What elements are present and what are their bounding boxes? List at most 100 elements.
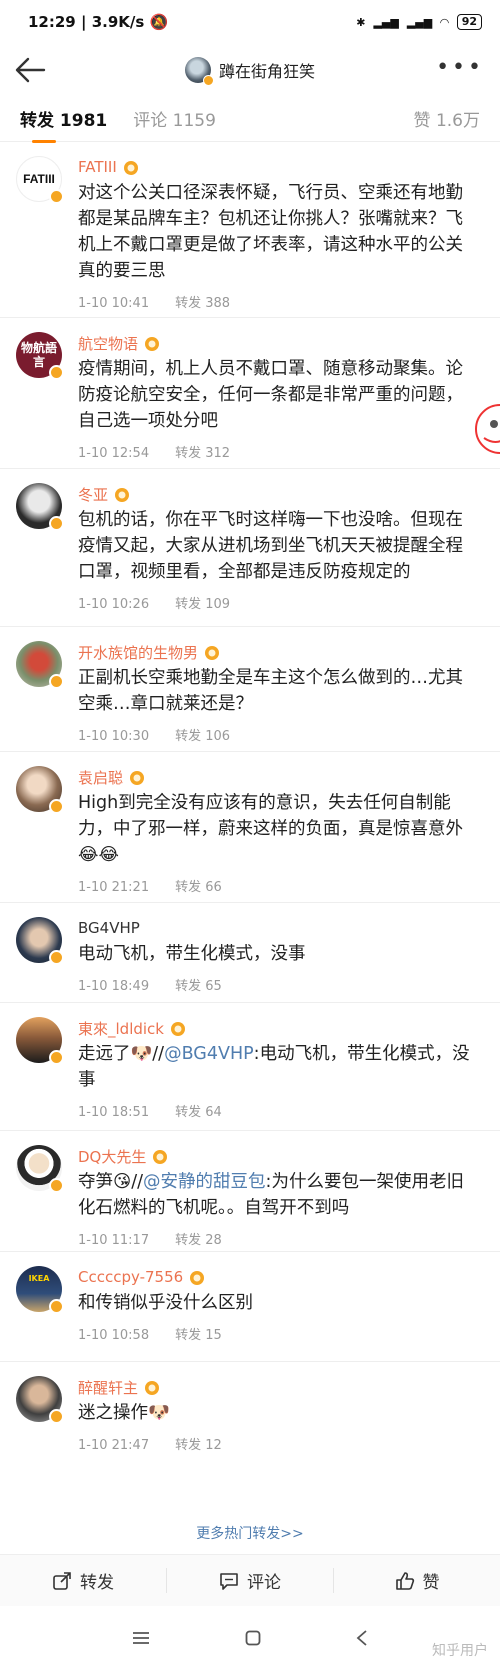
list-item[interactable]: DQ大先生 夺笋😘//@安静的甜豆包:为什么要包一架使用老旧化石燃料的飞机呢。。… [0,1131,500,1252]
repost-text-part: 走远了🐶// [78,1044,165,1064]
username[interactable]: FATIII [78,158,117,176]
list-item[interactable]: 物航語言 航空物语 疫情期间，机上人员不戴口罩、随意移动聚集。论防疫论航空安全，… [0,318,500,469]
username[interactable]: 开水族馆的生物男 [78,642,198,663]
repost-text: 包机的话，你在平飞时这样嗨一下也没啥。但现在疫情又起，大家从进机场到坐飞机天天被… [78,510,463,582]
username[interactable]: Cccccpy-7556 [78,1268,183,1286]
status-time: 12:29 [28,13,76,31]
username[interactable]: 醉醒轩主 [78,1377,138,1398]
repost-text: 和传销似乎没什么区别 [78,1293,253,1313]
repost-button[interactable]: 转发 [0,1568,166,1593]
list-item[interactable]: 東來_ldldick 走远了🐶//@BG4VHP:电动飞机，带生化模式，没事 1… [0,1003,500,1131]
meta: 1-10 21:47 转发 12 [78,1434,480,1465]
like-button[interactable]: 赞 [333,1568,500,1593]
floating-sticker-icon[interactable] [474,398,500,460]
timestamp: 1-10 18:51 [78,1105,150,1120]
repost-text-body: High到完全没有应该有的意识，失去任何自制能力，中了邪一样，蔚来这样的负面，真… [78,793,463,839]
crown-icon [205,646,220,660]
verified-icon [202,75,214,86]
header-avatar[interactable] [184,57,214,86]
signal-icon-2: ▂▄▆ [406,15,433,29]
meta: 1-10 18:49 转发 65 [78,975,480,1006]
repost-count: 转发 109 [175,597,231,612]
avatar[interactable] [16,1145,64,1193]
emoji-laugh-icon: 😂😂 [78,845,119,865]
crown-icon [145,337,160,351]
more-icon[interactable]: ••• [436,57,484,79]
more-hot-reposts-link[interactable]: 更多热门转发>> [0,1523,500,1543]
avatar[interactable]: 物航語言 [16,332,64,380]
timestamp: 1-10 12:54 [78,446,150,461]
verified-icon [49,189,64,204]
comment-button[interactable]: 评论 [166,1568,333,1593]
verified-icon [49,365,64,380]
repost-text: 电动飞机，带生化模式，没事 [78,944,306,964]
verified-icon [49,1299,64,1314]
tab-likes[interactable]: 赞 1.6万 [414,106,480,131]
repost-count: 转发 12 [175,1438,222,1453]
repost-count: 转发 64 [175,1105,222,1120]
status-right: ✱ ▂▄▆ ▂▄▆ ◠ 92 [356,14,482,30]
repost-text: 走远了🐶//@BG4VHP:电动飞机，带生化模式，没事 [78,1041,480,1093]
timestamp: 1-10 10:26 [78,597,150,612]
avatar[interactable]: FATIII [16,156,64,204]
username[interactable]: 袁启聪 [78,767,123,788]
page-title: 蹲在街角狂笑 [218,62,315,81]
avatar[interactable] [16,917,64,965]
verified-icon [49,799,64,814]
mention-link[interactable]: @BG4VHP [164,1044,254,1064]
crown-icon [130,771,145,785]
comment-label: 评论 [247,1573,281,1593]
username[interactable]: BG4VHP [78,919,140,937]
avatar[interactable] [16,483,64,531]
verified-icon [49,674,64,689]
avatar[interactable]: IKEA [16,1266,64,1314]
list-item[interactable]: 冬亚 包机的话，你在平飞时这样嗨一下也没啥。但现在疫情又起，大家从进机场到坐飞机… [0,469,500,627]
mention-link[interactable]: @安静的甜豆包 [143,1172,266,1192]
back-nav-icon[interactable] [356,1630,368,1646]
list-item[interactable]: FATIII FATIII 对这个公关口径深表怀疑，飞行员、空乘还有地勤都是某品… [0,142,500,318]
list-item[interactable]: 醉醒轩主 迷之操作🐶 1-10 21:47 转发 12 [0,1362,500,1460]
status-speed: 3.9K/s [91,13,145,31]
repost-list: FATIII FATIII 对这个公关口径深表怀疑，飞行员、空乘还有地勤都是某品… [0,142,500,1460]
repost-text: High到完全没有应该有的意识，失去任何自制能力，中了邪一样，蔚来这样的负面，真… [78,790,480,868]
list-item[interactable]: IKEA Cccccpy-7556 和传销似乎没什么区别 1-10 10:58 转… [0,1252,500,1362]
repost-count: 转发 65 [175,979,222,994]
battery-icon: 92 [456,14,482,30]
repost-text: 夺笋😘//@安静的甜豆包:为什么要包一架使用老旧化石燃料的飞机呢。。自驾开不到吗 [78,1169,480,1221]
list-item[interactable]: BG4VHP 电动飞机，带生化模式，没事 1-10 18:49 转发 65 [0,903,500,1003]
avatar[interactable] [16,766,64,814]
tab-comments[interactable]: 评论 1159 [133,106,216,131]
avatar[interactable] [16,1376,64,1424]
meta: 1-10 18:51 转发 64 [78,1101,480,1132]
timestamp: 1-10 10:30 [78,729,150,744]
avatar[interactable] [16,1017,64,1065]
back-arrow-icon[interactable] [14,56,46,84]
home-icon[interactable] [245,1630,261,1646]
timestamp: 1-10 21:21 [78,880,150,895]
list-item[interactable]: 袁启聪 High到完全没有应该有的意识，失去任何自制能力，中了邪一样，蔚来这样的… [0,752,500,903]
meta: 1-10 10:58 转发 15 [78,1324,480,1355]
repost-text: 疫情期间，机上人员不戴口罩、随意移动聚集。论防疫论航空安全，任何一条都是非常严重… [78,359,463,431]
status-left: 12:29 | 3.9K/s 🔕 [28,13,169,31]
username[interactable]: 東來_ldldick [78,1018,164,1039]
username[interactable]: DQ大先生 [78,1146,146,1167]
meta: 1-10 10:26 转发 109 [78,593,480,624]
top-header: 蹲在街角狂笑 ••• [0,44,500,96]
crown-icon [170,1022,185,1036]
timestamp: 1-10 10:41 [78,296,150,311]
verified-icon [49,516,64,531]
username[interactable]: 冬亚 [78,484,108,505]
watermark: 知乎用户 [432,1643,488,1659]
system-nav-bar [0,1606,500,1670]
list-item[interactable]: 开水族馆的生物男 正副机长空乘地勤全是车主这个怎么做到的…尤其空乘…章口就莱还是… [0,627,500,752]
avatar[interactable] [16,641,64,689]
menu-icon[interactable] [132,1631,150,1645]
crown-icon [123,161,138,175]
timestamp: 1-10 18:49 [78,979,150,994]
tab-repost[interactable]: 转发 1981 [20,106,107,143]
repost-count: 转发 312 [175,446,231,461]
username[interactable]: 航空物语 [78,333,138,354]
verified-icon [49,1178,64,1193]
crown-icon [190,1271,205,1285]
like-label: 赞 [422,1573,440,1593]
